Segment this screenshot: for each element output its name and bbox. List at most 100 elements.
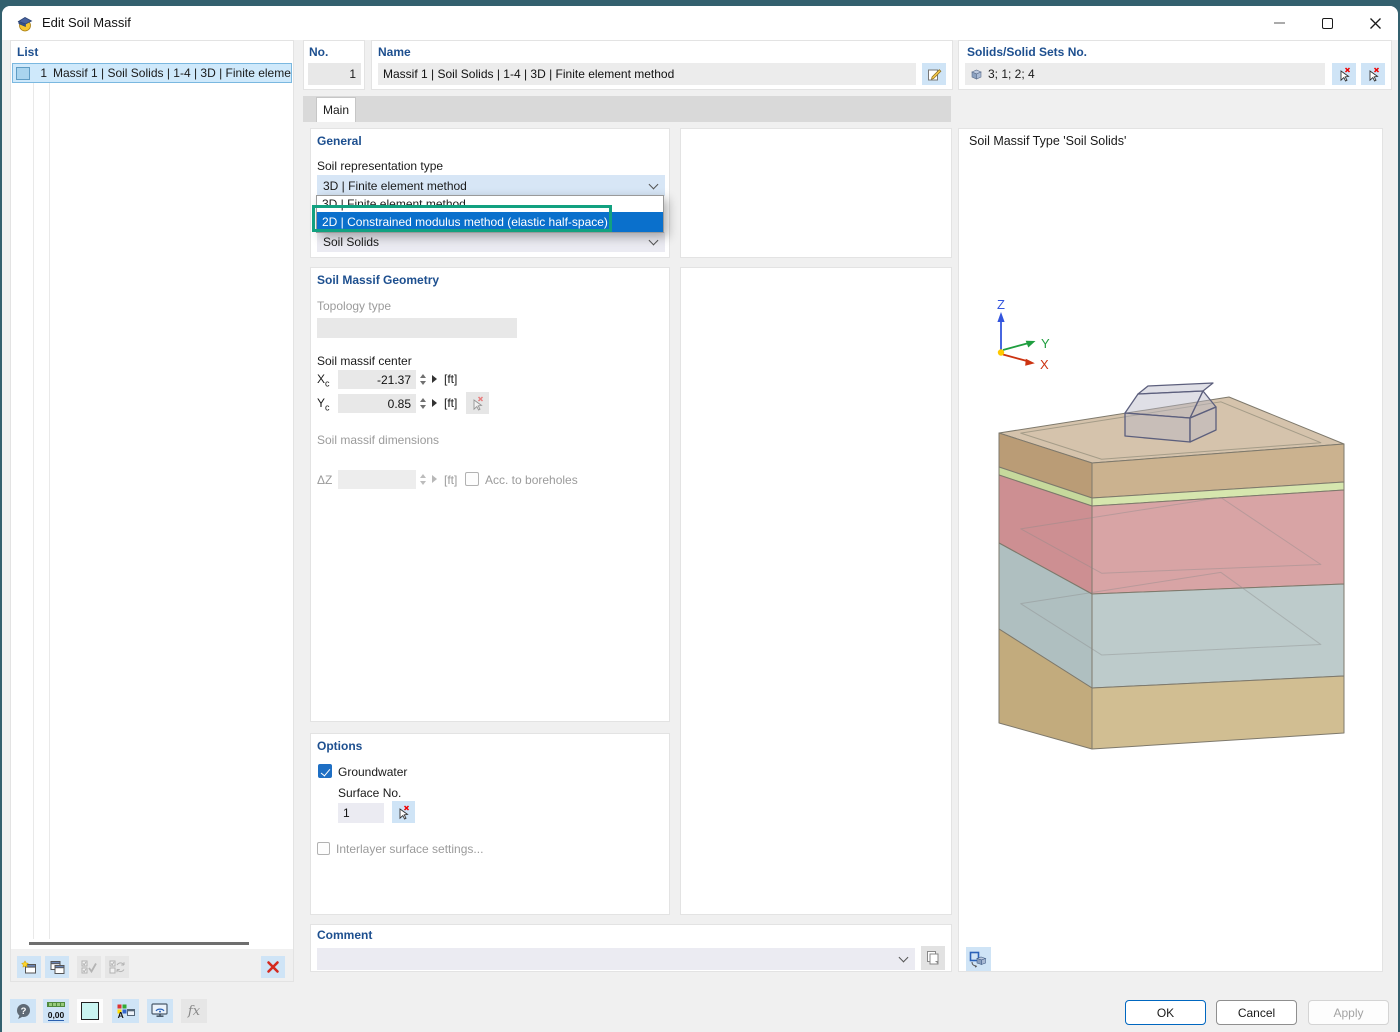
soil-type-combo[interactable]: Soil Solids [317, 232, 665, 252]
copy-comment-button[interactable] [921, 946, 945, 970]
new-icon [21, 960, 37, 975]
color-swatch-button[interactable] [77, 999, 103, 1023]
soil-massif-dimensions-label: Soil massif dimensions [317, 433, 439, 447]
preview-panel: Soil Massif Type 'Soil Solids' Z Y X [958, 128, 1383, 972]
interlayer-settings-checkbox[interactable] [317, 842, 330, 855]
close-button[interactable] [1352, 9, 1398, 37]
delete-icon [266, 960, 280, 974]
horizontal-scrollbar[interactable] [29, 942, 249, 945]
units-icon: 0,00 [47, 1002, 65, 1021]
color-swatch-icon [81, 1002, 99, 1020]
display-colors-button[interactable]: A [112, 999, 139, 1023]
yc-field-wrap [338, 394, 416, 413]
surface-no-label: Surface No. [338, 786, 401, 800]
help-button[interactable]: ? [10, 999, 36, 1023]
help-icon: ? [15, 1003, 32, 1020]
options-section: Options Groundwater Surface No. Interlay… [310, 733, 670, 915]
units-settings-button[interactable]: 0,00 [43, 999, 69, 1023]
new-massif-button[interactable] [17, 956, 41, 978]
invert-selection-button [105, 956, 129, 978]
xc-field-wrap [338, 370, 416, 389]
window-title: Edit Soil Massif [42, 15, 131, 30]
tab-main[interactable]: Main [316, 97, 356, 122]
coordinate-axes: Z Y X [997, 297, 1050, 372]
topology-type-label: Topology type [317, 299, 391, 313]
ok-button[interactable]: OK [1125, 1000, 1206, 1025]
delete-massif-button[interactable] [261, 956, 285, 978]
select-solid-sets-button[interactable] [1361, 63, 1385, 85]
pick-cursor-icon [1367, 67, 1380, 82]
name-field-wrap [378, 63, 916, 85]
monitor-icon [151, 1003, 169, 1019]
display-colors-icon: A [117, 1004, 135, 1019]
soil-massif-3d-view[interactable]: Z Y X [959, 129, 1382, 971]
yc-label: Yc [317, 396, 330, 412]
solids-field-wrap: 3; 1; 2; 4 [965, 63, 1325, 85]
solids-label: Solids/Solid Sets No. [967, 45, 1087, 59]
groundwater-checkbox[interactable] [318, 764, 332, 778]
edit-soil-massif-dialog: Edit Soil Massif List 1 Massif 1 | Soil … [2, 6, 1398, 1032]
z-axis-label: Z [997, 297, 1005, 312]
fx-icon: fx [188, 1004, 200, 1019]
app-icon [16, 14, 34, 32]
solids-value: 3; 1; 2; 4 [988, 67, 1035, 81]
yc-input[interactable] [343, 397, 411, 411]
xc-label: Xc [317, 372, 330, 388]
display-settings-button[interactable] [147, 999, 173, 1023]
name-panel: Name [371, 40, 953, 90]
view-mode-button[interactable] [966, 947, 991, 971]
chevron-down-icon [899, 953, 909, 963]
apply-button: Apply [1308, 1000, 1389, 1025]
comment-section: Comment [310, 924, 952, 972]
copy-massif-button[interactable] [45, 956, 69, 978]
no-panel: No. 1 [303, 40, 365, 90]
xc-unit: [ft] [444, 372, 457, 386]
select-solids-button[interactable] [1332, 63, 1356, 85]
solid-cube-icon [970, 68, 983, 80]
acc-to-boreholes-checkbox[interactable] [465, 472, 479, 486]
svg-text:?: ? [20, 1006, 26, 1017]
xc-input[interactable] [343, 373, 411, 387]
list-header: List [17, 45, 38, 59]
select-all-icon [81, 960, 97, 975]
list-item-massif-1[interactable]: 1 Massif 1 | Soil Solids | 1-4 | 3D | Fi… [12, 63, 292, 83]
comment-title: Comment [317, 928, 372, 942]
surface-no-input[interactable] [343, 806, 379, 820]
soil-block [999, 397, 1344, 749]
yc-spinner[interactable] [416, 394, 429, 413]
maximize-button[interactable] [1304, 9, 1350, 37]
soil-representation-combo[interactable]: 3D | Finite element method [317, 175, 665, 196]
yc-unit: [ft] [444, 396, 457, 410]
panel-empty-middle [680, 267, 952, 915]
pick-surface-button[interactable] [392, 801, 415, 823]
pick-cursor-icon [471, 396, 484, 411]
dz-field [338, 470, 416, 489]
chevron-down-icon [649, 236, 659, 246]
cancel-button[interactable]: Cancel [1216, 1000, 1297, 1025]
xc-spinner[interactable] [416, 370, 429, 389]
xc-expand-arrow[interactable] [432, 375, 437, 383]
tab-main-label: Main [323, 103, 349, 117]
y-axis-label: Y [1041, 336, 1050, 351]
no-label: No. [309, 45, 328, 59]
groundwater-label: Groundwater [338, 765, 407, 779]
solids-panel: Solids/Solid Sets No. 3; 1; 2; 4 [958, 40, 1392, 90]
yc-expand-arrow[interactable] [432, 399, 437, 407]
minimize-button [1256, 9, 1302, 37]
comment-combo[interactable] [317, 948, 915, 970]
list-column-divider [49, 83, 50, 939]
topology-type-field [317, 318, 517, 338]
dz-expand-arrow [432, 475, 437, 483]
soil-massif-center-label: Soil massif center [317, 354, 412, 368]
geometry-section: Soil Massif Geometry Topology type Soil … [310, 267, 670, 722]
copy-icon [49, 960, 65, 975]
general-section: General Soil representation type 3D | Fi… [310, 128, 670, 258]
edit-name-button[interactable] [922, 63, 946, 85]
interlayer-settings-label: Interlayer surface settings... [336, 842, 483, 856]
rotate-view-icon [969, 951, 988, 968]
panel-empty-top [680, 128, 952, 258]
list-item-label: Massif 1 | Soil Solids | 1-4 | 3D | Fini… [53, 66, 291, 80]
axes-origin-dot [998, 349, 1004, 355]
name-input[interactable] [383, 67, 911, 81]
massif-color-swatch [16, 67, 30, 80]
